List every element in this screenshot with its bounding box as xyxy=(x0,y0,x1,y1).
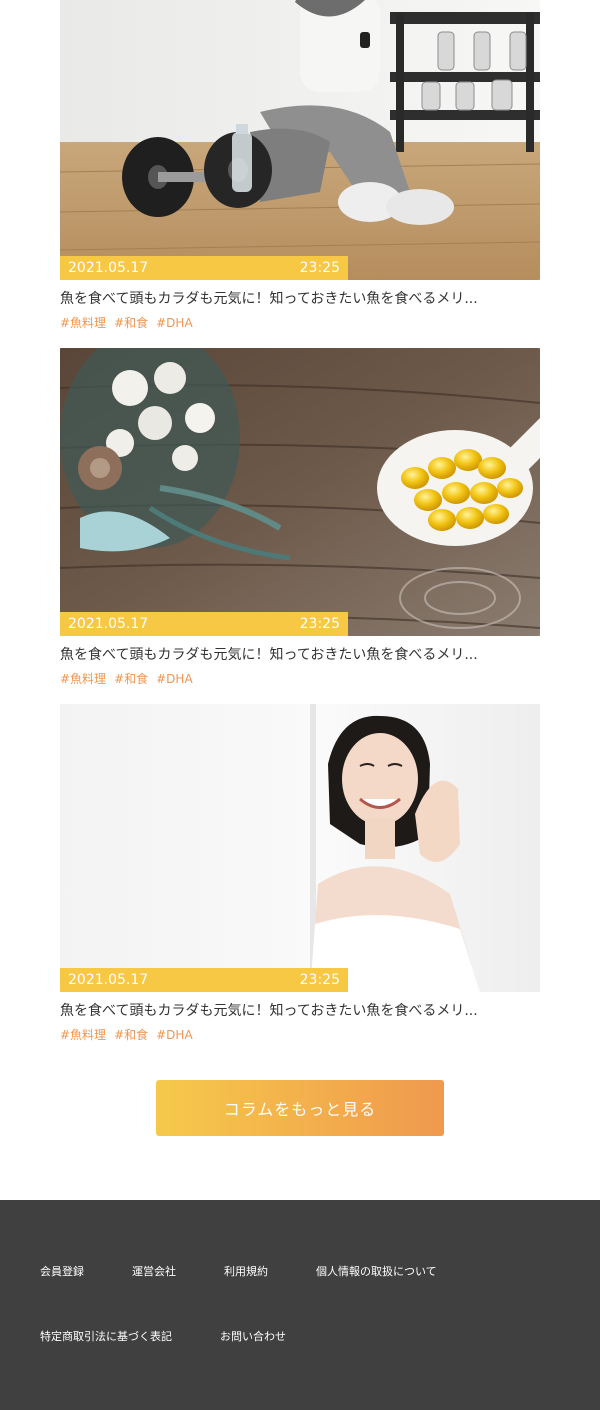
tag-link[interactable]: #魚料理 xyxy=(60,1028,106,1042)
site-footer: 会員登録 運営会社 利用規約 個人情報の取扱について 特定商取引法に基づく表記 … xyxy=(0,1200,600,1410)
article-title[interactable]: 魚を食べて頭もカラダも元気に！知っておきたい魚を食べるメリ... xyxy=(60,645,540,665)
footer-link-commerce-law[interactable]: 特定商取引法に基づく表記 xyxy=(40,1330,172,1344)
article-meta-bar: 2021.05.17 23:25 xyxy=(60,968,348,992)
footer-link-member-registration[interactable]: 会員登録 xyxy=(40,1265,84,1279)
tag-link[interactable]: #DHA xyxy=(156,672,193,686)
article-thumbnail[interactable]: 2021.05.17 23:25 xyxy=(60,0,540,280)
article-title[interactable]: 魚を食べて頭もカラダも元気に！知っておきたい魚を食べるメリ... xyxy=(60,289,540,309)
tag-link[interactable]: #和食 xyxy=(114,316,148,330)
tag-link[interactable]: #魚料理 xyxy=(60,672,106,686)
article-time: 23:25 xyxy=(299,616,340,632)
article-date: 2021.05.17 xyxy=(68,260,149,276)
footer-link-privacy[interactable]: 個人情報の取扱について xyxy=(316,1265,437,1279)
article-card[interactable]: 2021.05.17 23:25 魚を食べて頭もカラダも元気に！知っておきたい魚… xyxy=(60,348,540,687)
smiling-woman-image xyxy=(60,704,540,992)
fish-oil-capsules-image xyxy=(60,348,540,636)
article-thumbnail[interactable]: 2021.05.17 23:25 xyxy=(60,704,540,992)
more-columns-button[interactable]: コラムをもっと見る xyxy=(156,1080,444,1136)
article-card[interactable]: 2021.05.17 23:25 魚を食べて頭もカラダも元気に！知っておきたい魚… xyxy=(60,704,540,1043)
article-meta-bar: 2021.05.17 23:25 xyxy=(60,612,348,636)
tag-link[interactable]: #DHA xyxy=(156,1028,193,1042)
gym-photo-image xyxy=(60,0,540,280)
article-tags: #魚料理 #和食 #DHA xyxy=(60,315,540,331)
tag-link[interactable]: #和食 xyxy=(114,1028,148,1042)
article-meta-bar: 2021.05.17 23:25 xyxy=(60,256,348,280)
footer-link-terms[interactable]: 利用規約 xyxy=(224,1265,268,1279)
tag-link[interactable]: #和食 xyxy=(114,672,148,686)
article-tags: #魚料理 #和食 #DHA xyxy=(60,671,540,687)
article-date: 2021.05.17 xyxy=(68,972,149,988)
article-time: 23:25 xyxy=(299,260,340,276)
footer-link-company[interactable]: 運営会社 xyxy=(132,1265,176,1279)
article-title[interactable]: 魚を食べて頭もカラダも元気に！知っておきたい魚を食べるメリ... xyxy=(60,1001,540,1021)
article-thumbnail[interactable]: 2021.05.17 23:25 xyxy=(60,348,540,636)
article-tags: #魚料理 #和食 #DHA xyxy=(60,1027,540,1043)
footer-link-contact[interactable]: お問い合わせ xyxy=(220,1330,286,1344)
article-card[interactable]: 2021.05.17 23:25 魚を食べて頭もカラダも元気に！知っておきたい魚… xyxy=(60,0,540,331)
tag-link[interactable]: #魚料理 xyxy=(60,316,106,330)
article-date: 2021.05.17 xyxy=(68,616,149,632)
tag-link[interactable]: #DHA xyxy=(156,316,193,330)
article-time: 23:25 xyxy=(299,972,340,988)
